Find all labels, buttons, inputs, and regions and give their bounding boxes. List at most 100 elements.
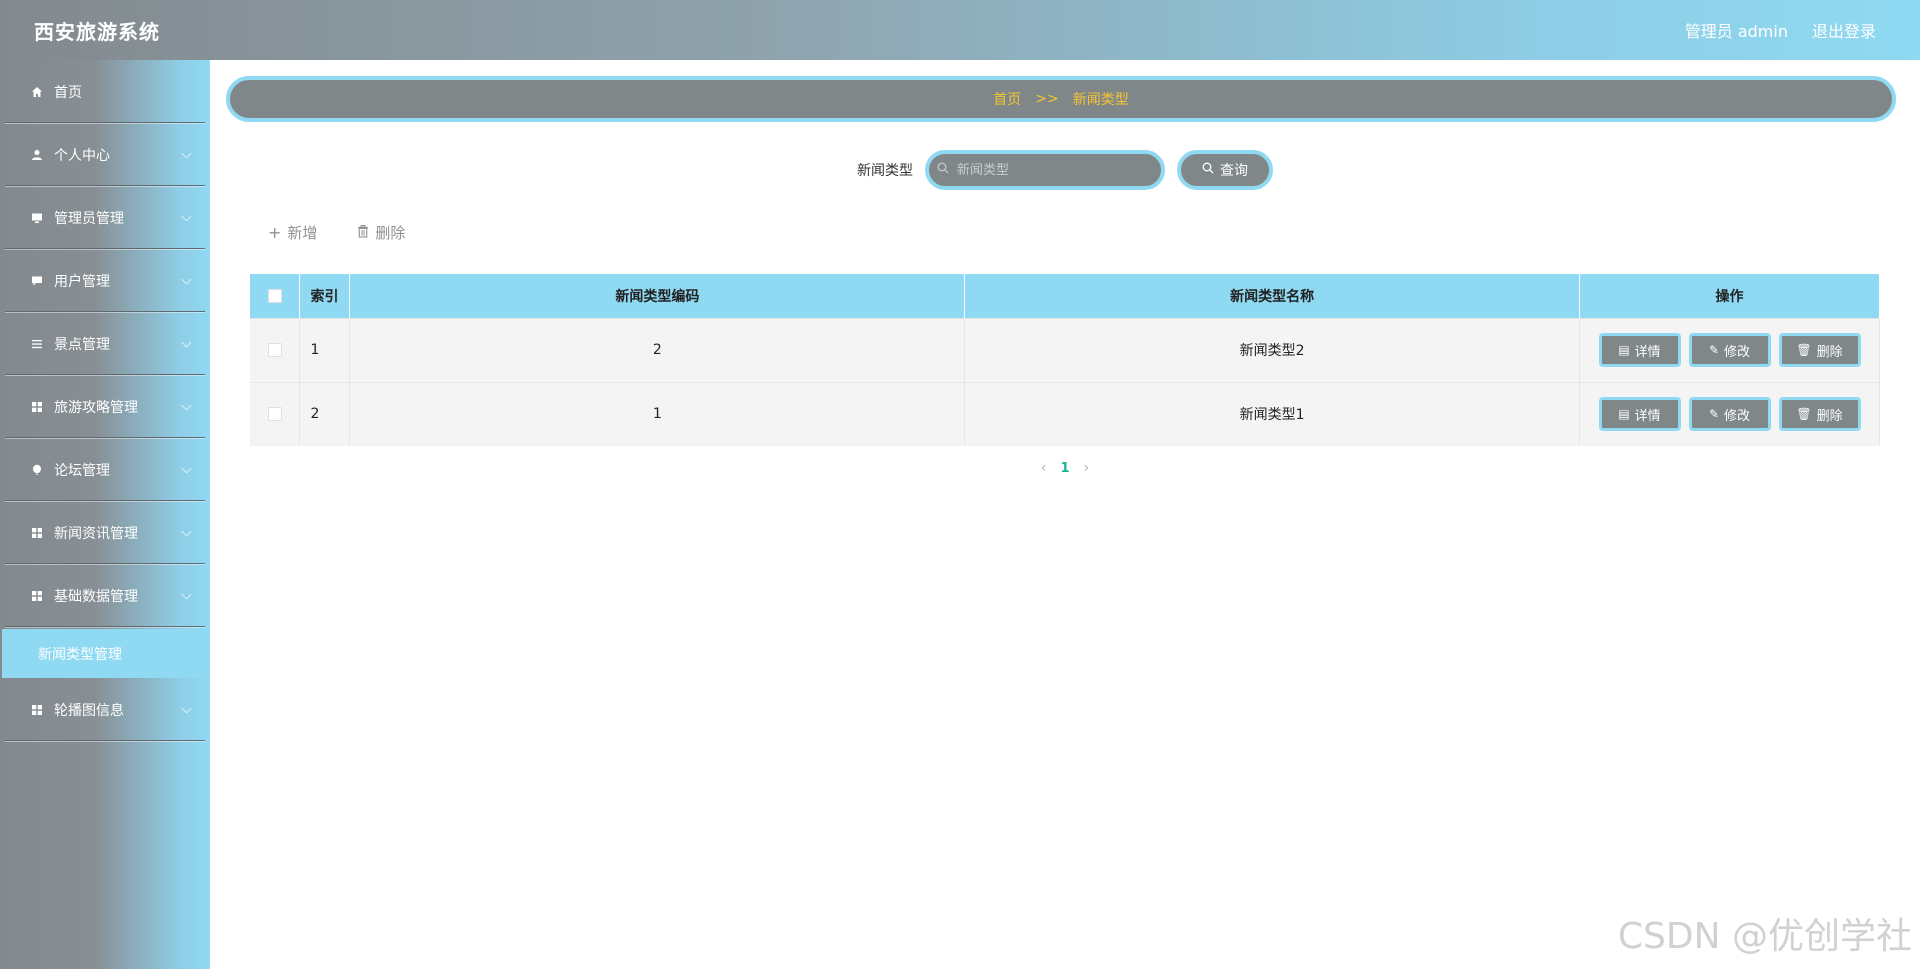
row-select-cell xyxy=(250,317,301,382)
table-header-row: 索引 新闻类型编码 新闻类型名称 操作 xyxy=(250,274,1880,318)
search-bar: 新闻类型 查询 xyxy=(210,150,1920,190)
sidebar-subitem-news-type-management[interactable]: 新闻类型管理 xyxy=(2,629,210,678)
bulk-delete-button[interactable]: 删除 xyxy=(357,222,405,243)
breadcrumb-home-link[interactable]: 首页 xyxy=(993,89,1021,109)
trash-icon xyxy=(357,223,369,242)
sidebar-menu: 首页 个人中心 管理员管理 用户管理 景点管理 旅游攻略管理 论坛管理 新闻资讯… xyxy=(0,60,210,969)
row-checkbox[interactable] xyxy=(267,407,282,422)
sidebar-item-label: 论坛管理 xyxy=(54,462,110,479)
pagination: ‹ 1 › xyxy=(210,460,1920,476)
detail-button[interactable]: ▤ 详情 xyxy=(1598,333,1681,367)
sidebar-item-user-management[interactable]: 用户管理 xyxy=(0,249,210,312)
search-icon xyxy=(1202,162,1214,178)
sidebar-subitem-label: 新闻类型管理 xyxy=(38,646,122,663)
add-button[interactable]: + 新增 xyxy=(268,222,317,243)
chevron-down-icon xyxy=(181,463,192,474)
detail-button-label: 详情 xyxy=(1634,344,1661,360)
table-row: 2 1 新闻类型1 ▤ 详情 ✎ 修改 🗑 删除 xyxy=(250,381,1880,446)
sidebar-item-home[interactable]: 首页 xyxy=(0,60,210,123)
breadcrumb-separator: >> xyxy=(1035,91,1059,107)
bulk-delete-button-label: 删除 xyxy=(375,224,406,242)
column-header-name: 新闻类型名称 xyxy=(964,274,1581,318)
edit-button-label: 修改 xyxy=(1724,344,1751,360)
row-index: 1 xyxy=(299,317,351,382)
chevron-down-icon xyxy=(181,274,192,285)
chevron-down-icon xyxy=(181,400,192,411)
sidebar-item-news-management[interactable]: 新闻资讯管理 xyxy=(0,501,210,564)
watermark: CSDN @优创学社 xyxy=(1617,916,1912,957)
sidebar-item-personal-center[interactable]: 个人中心 xyxy=(0,123,210,186)
sidebar-item-forum-management[interactable]: 论坛管理 xyxy=(0,438,210,501)
search-icon xyxy=(937,162,949,178)
action-toolbar: + 新增 删除 xyxy=(268,222,445,243)
grid-icon xyxy=(30,526,44,540)
search-field[interactable] xyxy=(925,150,1165,190)
news-type-table: 索引 新闻类型编码 新闻类型名称 操作 1 2 新闻类型2 ▤ 详情 ✎ 修改 🗑 删除 … xyxy=(250,274,1880,446)
main-content: 首页 >> 新闻类型 新闻类型 查询 + 新增 删除 xyxy=(210,60,1920,969)
document-icon: ▤ xyxy=(1618,407,1630,422)
edit-button-label: 修改 xyxy=(1724,408,1751,424)
sidebar-item-label: 个人中心 xyxy=(54,147,110,164)
logout-link[interactable]: 退出登录 xyxy=(1812,18,1876,42)
chevron-down-icon xyxy=(181,526,192,537)
row-index: 2 xyxy=(299,381,351,446)
home-icon xyxy=(30,85,44,99)
prev-page-icon[interactable]: ‹ xyxy=(1041,460,1047,476)
edit-button[interactable]: ✎ 修改 xyxy=(1688,333,1771,367)
sidebar-item-admin-management[interactable]: 管理员管理 xyxy=(0,186,210,249)
delete-button[interactable]: 🗑 删除 xyxy=(1778,397,1861,432)
edit-button[interactable]: ✎ 修改 xyxy=(1688,397,1771,432)
app-title: 西安旅游系统 xyxy=(34,19,160,44)
column-header-code: 新闻类型编码 xyxy=(349,274,966,318)
page-number-current[interactable]: 1 xyxy=(1060,461,1069,476)
search-label: 新闻类型 xyxy=(857,163,913,179)
breadcrumb-current: 新闻类型 xyxy=(1072,92,1129,108)
column-header-index: 索引 xyxy=(299,274,351,318)
search-input[interactable] xyxy=(955,161,1145,179)
grid-icon xyxy=(30,703,44,717)
row-actions: ▤ 详情 ✎ 修改 🗑 删除 xyxy=(1579,381,1880,446)
trash-icon: 🗑 xyxy=(1796,407,1812,422)
next-page-icon[interactable]: › xyxy=(1084,460,1090,476)
sidebar-item-label: 首页 xyxy=(54,84,82,101)
row-code: 2 xyxy=(349,317,966,382)
sidebar-item-label: 新闻资讯管理 xyxy=(54,525,138,542)
trash-icon: 🗑 xyxy=(1796,343,1812,357)
sidebar-item-label: 轮播图信息 xyxy=(54,702,124,719)
document-icon: ▤ xyxy=(1618,343,1630,357)
add-button-label: 新增 xyxy=(287,224,318,242)
search-button-label: 查询 xyxy=(1220,163,1248,179)
row-name: 新闻类型1 xyxy=(964,381,1581,446)
row-actions: ▤ 详情 ✎ 修改 🗑 删除 xyxy=(1579,317,1880,382)
header-user-area: 管理员 admin 退出登录 xyxy=(1685,18,1876,42)
row-checkbox[interactable] xyxy=(267,343,282,357)
top-header: 西安旅游系统 管理员 admin 退出登录 xyxy=(0,0,1920,60)
sidebar-item-label: 基础数据管理 xyxy=(54,588,138,605)
pencil-icon: ✎ xyxy=(1708,343,1720,357)
plus-icon: + xyxy=(268,223,282,242)
current-user-label: 管理员 admin xyxy=(1684,22,1788,41)
row-code: 1 xyxy=(349,381,966,446)
sidebar-item-basic-data-management[interactable]: 基础数据管理 xyxy=(0,564,210,627)
select-all-checkbox[interactable] xyxy=(267,288,282,303)
chevron-down-icon xyxy=(181,589,192,600)
chevron-down-icon xyxy=(181,337,192,348)
pencil-icon: ✎ xyxy=(1708,407,1720,422)
detail-button[interactable]: ▤ 详情 xyxy=(1598,397,1681,432)
sidebar-item-label: 用户管理 xyxy=(54,273,110,290)
sidebar-item-travel-guide-management[interactable]: 旅游攻略管理 xyxy=(0,375,210,438)
sidebar-item-scenic-management[interactable]: 景点管理 xyxy=(0,312,210,375)
chat-icon xyxy=(30,274,44,288)
row-name: 新闻类型2 xyxy=(964,317,1581,382)
detail-button-label: 详情 xyxy=(1634,408,1661,424)
delete-button[interactable]: 🗑 删除 xyxy=(1778,333,1861,367)
column-header-actions: 操作 xyxy=(1579,274,1880,318)
sidebar-item-carousel-info[interactable]: 轮播图信息 xyxy=(0,678,210,741)
delete-button-label: 删除 xyxy=(1816,344,1843,360)
user-icon xyxy=(30,148,44,162)
breadcrumb: 首页 >> 新闻类型 xyxy=(226,76,1896,122)
search-button[interactable]: 查询 xyxy=(1177,150,1273,190)
sidebar-item-label: 旅游攻略管理 xyxy=(54,399,138,416)
sidebar-item-label: 管理员管理 xyxy=(54,210,124,227)
list-icon xyxy=(30,337,44,351)
